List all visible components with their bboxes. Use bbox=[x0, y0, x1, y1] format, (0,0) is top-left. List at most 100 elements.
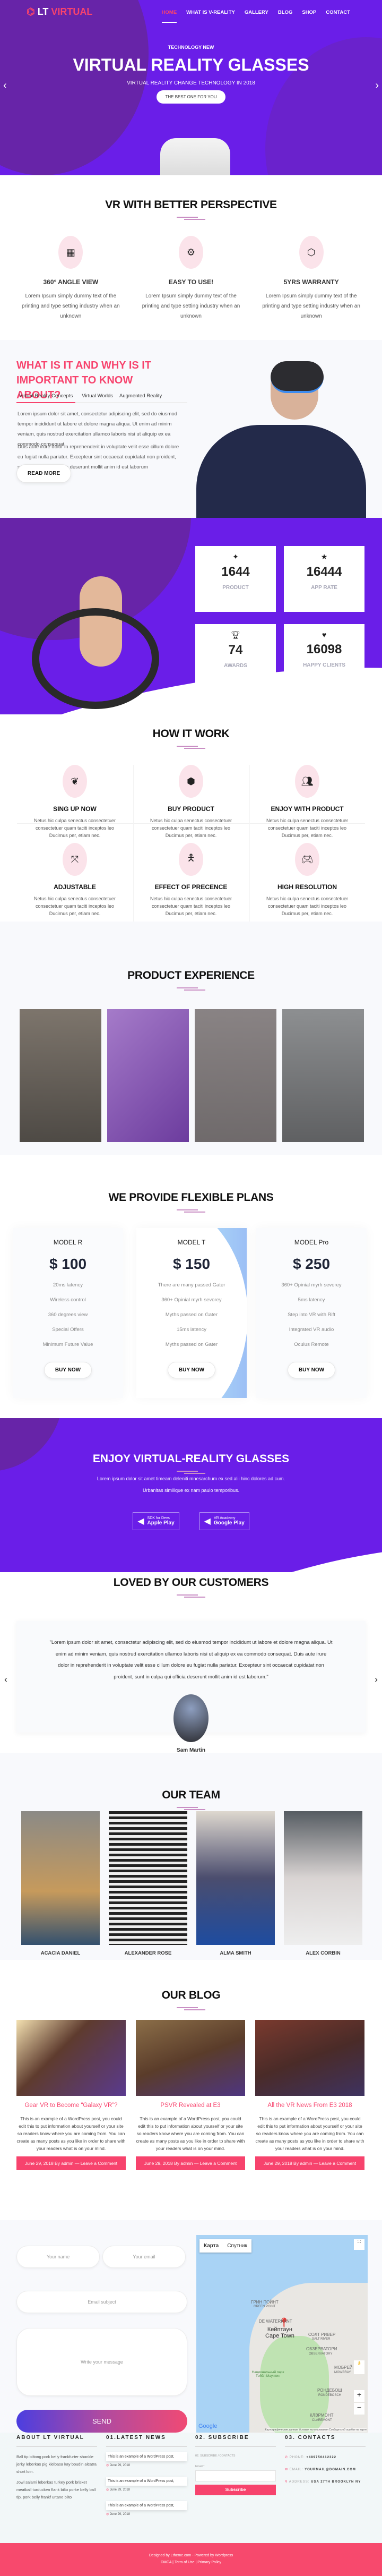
google-play-button[interactable]: ◀ VR Academy Google Play bbox=[199, 1512, 249, 1530]
nav-shop[interactable]: SHOP bbox=[302, 10, 316, 23]
buy-now-button[interactable]: BUY NOW bbox=[44, 1362, 92, 1378]
post-image[interactable] bbox=[136, 2020, 245, 2096]
perspective-section: VR WITH BETTER PERSPECTIVE ▦ 360° ANGLE … bbox=[0, 175, 382, 340]
message-textarea[interactable]: Write your message bbox=[16, 2328, 187, 2396]
footer-heading: 02. SUBSCRIBE bbox=[195, 2435, 276, 2447]
expand-icon: ⤧ bbox=[63, 843, 87, 876]
zoom-out-button[interactable]: − bbox=[354, 2403, 364, 2415]
step-title: ADJUSTABLE bbox=[54, 883, 96, 891]
next-testimonial-arrow[interactable]: › bbox=[375, 1674, 378, 1685]
post-excerpt: This is an example of a WordPress post, … bbox=[16, 2116, 126, 2151]
section-title: VR WITH BETTER PERSPECTIVE bbox=[105, 199, 277, 211]
nav-home[interactable]: HOME bbox=[161, 10, 177, 23]
subscribe-button[interactable]: Subscribe bbox=[195, 2485, 276, 2495]
tab-vr-concepts[interactable]: Virtual Reality Concepts bbox=[16, 393, 76, 403]
post-image[interactable] bbox=[255, 2020, 364, 2096]
tab-virtual-worlds[interactable]: Virtual Worlds bbox=[82, 393, 113, 402]
buy-now-button[interactable]: BUY NOW bbox=[167, 1362, 216, 1378]
buy-now-button[interactable]: BUY NOW bbox=[287, 1362, 336, 1378]
news-item[interactable]: This is an example of a WordPress post, ◎… bbox=[106, 2452, 187, 2467]
map-tab-map[interactable]: Карта bbox=[199, 2239, 223, 2253]
banner-text: Lorem ipsum dolor sit amet timeam deleni… bbox=[97, 1476, 285, 1481]
fullscreen-icon[interactable]: ⛶ bbox=[354, 2239, 364, 2250]
pricing-card: MODEL R $ 100 20ms latency Wireless contr… bbox=[13, 1228, 123, 1398]
plan-price: $ 100 bbox=[49, 1256, 87, 1272]
stat-card: ★ 16444 APP RATE bbox=[284, 546, 364, 612]
post-title[interactable]: PSVR Revealed at E3 bbox=[136, 2102, 245, 2109]
blog-post: Gear VR to Become “Galaxy VR”? This is an… bbox=[16, 2020, 126, 2170]
step-item: 🎮︎ HIGH RESOLUTION Netus hic culpa senectu… bbox=[249, 843, 366, 917]
post-excerpt: This is an example of a WordPress post, … bbox=[136, 2116, 245, 2151]
product-experience-section: PRODUCT EXPERIENCE bbox=[0, 922, 382, 1155]
nav-gallery[interactable]: GALLERY bbox=[245, 10, 268, 23]
post-title[interactable]: All the VR News From E3 2018 bbox=[255, 2102, 364, 2109]
map-attribution[interactable]: Картографические данные Условия использо… bbox=[265, 2428, 367, 2432]
plan-name: MODEL Pro bbox=[294, 1239, 329, 1246]
nav-what-is[interactable]: WHAT IS V-REALITY bbox=[186, 10, 235, 23]
next-slide-arrow[interactable]: › bbox=[375, 80, 379, 92]
footer-subscribe: 02. SUBSCRIBE 02. SUBSCRIBE / CONTACTS E… bbox=[195, 2435, 276, 2495]
step-text: Netus hic culpa senectus consectetuer co… bbox=[150, 896, 232, 916]
vr-headset-icon: ⌬ bbox=[27, 6, 35, 17]
team-member: ALMA SMITHDeveloper bbox=[196, 1811, 275, 1960]
privacy-link[interactable]: Primary Policy bbox=[197, 2561, 221, 2564]
how-it-works-section: HOW IT WORK ❦ SING UP NOW Netus hic culpa … bbox=[0, 714, 382, 922]
gears-icon: ⚙ bbox=[178, 236, 203, 269]
phone-value[interactable]: +4897564123​22 bbox=[306, 2456, 336, 2459]
post-meta[interactable]: June 29, 2018 By admin — Leave a Comment bbox=[136, 2156, 245, 2170]
post-meta[interactable]: June 29, 2018 By admin — Leave a Comment bbox=[16, 2156, 126, 2170]
subject-input[interactable]: Email subject bbox=[16, 2291, 187, 2313]
step-title: BUY PRODUCT bbox=[168, 805, 214, 813]
member-photo bbox=[196, 1811, 275, 1945]
post-meta[interactable]: June 29, 2018 By admin — Leave a Comment bbox=[255, 2156, 364, 2170]
gallery-image[interactable] bbox=[107, 1009, 189, 1142]
plan-feature: 360 degrees view bbox=[48, 1312, 88, 1318]
prev-testimonial-arrow[interactable]: ‹ bbox=[4, 1674, 7, 1685]
hero-kicker: TECHNOLOGY NEW bbox=[168, 45, 214, 50]
step-item: ⬢ BUY PRODUCT Netus hic culpa senectus con… bbox=[133, 765, 249, 839]
title-divider bbox=[177, 1807, 205, 1810]
post-title[interactable]: Gear VR to Become “Galaxy VR”? bbox=[16, 2102, 126, 2109]
apple-play-button[interactable]: ◀ SDK for Devs Apple Play bbox=[133, 1512, 179, 1530]
team-member: ALEX CORBINCEO bbox=[284, 1811, 362, 1960]
about-tabs: Virtual Reality Concepts Virtual Worlds … bbox=[16, 393, 187, 403]
stat-value: 74 bbox=[228, 643, 243, 657]
gamepad-icon: 🎮︎ bbox=[295, 843, 319, 876]
step-text: Netus hic culpa senectus consectetuer co… bbox=[33, 818, 116, 838]
main-nav: HOME WHAT IS V-REALITY GALLERY BLOG SHOP… bbox=[161, 10, 350, 23]
tab-augmented-reality[interactable]: Augmented Reality bbox=[119, 393, 162, 402]
subscribe-email-input[interactable] bbox=[195, 2470, 276, 2481]
gallery-image[interactable] bbox=[195, 1009, 276, 1142]
gallery-image[interactable] bbox=[20, 1009, 101, 1142]
email-value[interactable]: YOURMAIL@DOMAIN.COM bbox=[305, 2468, 356, 2471]
stat-value: 1644 bbox=[221, 565, 250, 579]
post-image[interactable] bbox=[16, 2020, 126, 2096]
terms-link[interactable]: Term of Use bbox=[175, 2561, 195, 2564]
section-title: OUR BLOG bbox=[161, 1989, 221, 2001]
dmca-link[interactable]: DMCA bbox=[161, 2561, 171, 2564]
step-title: SING UP NOW bbox=[53, 805, 97, 813]
play-arrow-icon: ◀ bbox=[204, 1517, 211, 1526]
news-item[interactable]: This is an example of a WordPress post, ◎… bbox=[106, 2477, 187, 2492]
nav-blog[interactable]: BLOG bbox=[278, 10, 292, 23]
enjoy-banner-section: ENJOY VIRTUAL-REALITY GLASSES Lorem ipsu… bbox=[0, 1418, 382, 1572]
email-input[interactable]: Your email bbox=[102, 2246, 186, 2268]
hero-cta-button[interactable]: THE BEST ONE FOR YOU bbox=[157, 90, 225, 104]
cube-icon: ⬢ bbox=[179, 765, 203, 798]
step-title: ENJOY WITH PRODUCT bbox=[271, 805, 344, 813]
pegman-icon[interactable]: 🯅 bbox=[354, 2360, 364, 2374]
map[interactable]: Карта Спутник 📍︎ Кейптаун Cape Town ГРИН П… bbox=[196, 2235, 368, 2433]
footer-credit: Designed by Ltheme.com - Powered by Word… bbox=[149, 2554, 233, 2557]
read-more-button[interactable]: READ MORE bbox=[16, 464, 72, 483]
gallery-image[interactable] bbox=[282, 1009, 364, 1142]
name-input[interactable]: Your name bbox=[16, 2246, 100, 2268]
send-button[interactable]: SEND bbox=[16, 2410, 187, 2433]
clock-icon: ◎ bbox=[106, 2488, 109, 2492]
nav-contact[interactable]: CONTACT bbox=[326, 10, 350, 23]
logo[interactable]: ⌬ LT VIRTUAL bbox=[27, 6, 92, 18]
team-section: OUR TEAM ACACIA DANIELDesign ALEXANDER R… bbox=[0, 1753, 382, 1960]
news-item[interactable]: This is an example of a WordPress post, ◎… bbox=[106, 2501, 187, 2516]
prev-slide-arrow[interactable]: ‹ bbox=[3, 80, 7, 92]
map-tab-satellite[interactable]: Спутник bbox=[223, 2239, 251, 2253]
zoom-in-button[interactable]: + bbox=[354, 2390, 364, 2402]
